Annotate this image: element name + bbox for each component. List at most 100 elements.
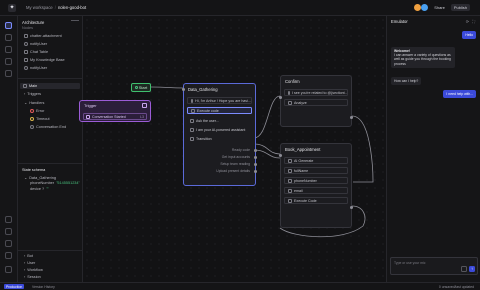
node-card[interactable]: AI Generate (284, 157, 348, 164)
variable-group[interactable]: › Session (24, 275, 41, 279)
send-button[interactable]: ↑ (469, 266, 475, 272)
save-status: 0 unsaved/last updated (438, 284, 474, 289)
explorer-panel: Architecture (18, 16, 83, 282)
chevron-right-icon: › (24, 275, 26, 279)
explorer-item[interactable]: notifyUser (24, 42, 47, 46)
chat-input-placeholder: Type or use your mic (394, 261, 426, 265)
output-port[interactable] (350, 116, 353, 119)
book-appointment-node[interactable]: Book_Appointment AI Generate fullName ph… (279, 143, 353, 228)
field-icon (288, 188, 292, 193)
node-card[interactable]: fullName (284, 167, 348, 174)
divider (18, 250, 83, 251)
emulator-title: Emulator (391, 19, 408, 24)
collapse-icon[interactable] (71, 20, 79, 24)
trigger-title: Trigger (84, 103, 97, 108)
transition-icon (190, 136, 194, 141)
node-card[interactable]: Analyze (284, 99, 348, 106)
node-card[interactable]: email (284, 187, 348, 194)
tab-version-history[interactable]: Version History (30, 284, 57, 289)
handler-item[interactable]: Conversation End (30, 125, 66, 129)
debugger-icon[interactable] (5, 240, 12, 247)
integrations-icon[interactable] (5, 70, 12, 77)
node-card[interactable]: I see you're related to @{sectiont... (284, 89, 348, 96)
confirm-node[interactable]: Confirm I see you're related to @{sectio… (279, 75, 353, 127)
variable-group[interactable]: › Bot (24, 254, 33, 258)
output-port[interactable] (254, 170, 257, 173)
node-card[interactable]: Execute Code (284, 197, 348, 204)
input-port[interactable] (182, 88, 185, 91)
bottom-bar: Production Version History 0 unsaved/las… (0, 282, 480, 290)
user-message: Hello (462, 31, 476, 40)
knowledge-icon[interactable] (5, 58, 12, 65)
handler-item[interactable]: Error (30, 109, 44, 113)
output-label: Get input accounts (221, 155, 250, 159)
avatar[interactable] (421, 4, 429, 11)
explorer-section-label: Nodes (22, 26, 33, 30)
edge-gathering-to-book (253, 143, 281, 155)
tab-production[interactable]: Production (4, 284, 25, 289)
output-port[interactable] (254, 163, 257, 166)
explorer-item[interactable]: My Knowledge Base (24, 58, 65, 62)
state-field[interactable]: device ? "" (30, 187, 49, 191)
logs-icon[interactable] (5, 228, 12, 235)
input-port[interactable] (279, 96, 282, 99)
analyze-icon (288, 100, 292, 105)
variable-group[interactable]: › Workflow (24, 268, 43, 272)
publish-button[interactable]: Publish (450, 4, 470, 11)
timeout-icon (30, 117, 34, 121)
tables-icon[interactable] (5, 46, 12, 53)
state-group[interactable]: ⌄ Data_Gathering (24, 175, 56, 181)
node-card[interactable]: I am your AI-powered assistant (187, 126, 252, 133)
studio-icon[interactable] (5, 22, 12, 29)
node-card[interactable]: Transition (187, 135, 252, 142)
breadcrumb-bot[interactable]: nolen-good-bot (58, 5, 86, 10)
node-card[interactable]: Execute code (187, 107, 252, 114)
help-icon[interactable] (5, 266, 12, 273)
app-logo-icon[interactable]: ✦ (8, 4, 16, 12)
emulator-controls-icon[interactable]: ⟳ ⛶ (466, 19, 476, 24)
top-bar: ✦ My workspace / nolen-good-bot Share Publ… (0, 0, 480, 16)
share-button[interactable]: Share (431, 4, 448, 11)
input-port[interactable] (279, 154, 282, 157)
trigger-row[interactable]: Conversation Started L3 (83, 113, 147, 120)
settings-icon[interactable] (5, 252, 12, 259)
chat-icon (86, 114, 90, 119)
handler-item[interactable]: Timeout (30, 117, 50, 121)
workflow-canvas[interactable]: Start Trigger Conversation Started L3 Dat… (79, 16, 386, 282)
trigger-node[interactable]: Trigger Conversation Started L3 (79, 100, 151, 122)
bell-icon (24, 66, 28, 70)
node-card[interactable]: Ask the user... (187, 117, 252, 124)
output-port[interactable] (254, 149, 257, 152)
book-icon (24, 58, 28, 62)
explorer-item[interactable]: notifyUser (24, 66, 47, 70)
start-node[interactable]: Start (131, 83, 151, 92)
explorer-item[interactable]: Chat Table (24, 50, 48, 54)
node-card[interactable]: phoneNumber (284, 177, 348, 184)
edge-confirm-to-book (351, 115, 374, 183)
user-message: I need help with... (443, 90, 476, 99)
question-icon (190, 118, 194, 123)
chat-input[interactable]: Type or use your mic ↑ (390, 257, 478, 275)
attach-icon (24, 34, 28, 38)
edge-gathering-to-book-2 (253, 149, 281, 159)
output-port[interactable] (350, 206, 353, 209)
attach-icon[interactable] (461, 266, 467, 272)
state-field[interactable]: phoneNumber "5145551234" (30, 181, 80, 185)
workflow-triggers[interactable]: › Triggers (24, 92, 41, 96)
data-gathering-node[interactable]: Data_Gathering Hi, I'm Arthur ! Hope you… (182, 83, 257, 186)
chevron-right-icon: › (24, 254, 26, 258)
ai-icon (288, 158, 292, 163)
workflow-handlers[interactable]: ⌄ Handlers (24, 100, 44, 106)
field-icon (288, 168, 292, 173)
output-label: Setup team reading (220, 162, 250, 166)
variable-group[interactable]: › User (24, 261, 35, 265)
breadcrumb: My workspace / nolen-good-bot (26, 5, 86, 10)
breadcrumb-workspace[interactable]: My workspace (26, 5, 53, 10)
files-icon[interactable] (5, 34, 12, 41)
output-port[interactable] (254, 156, 257, 159)
explorer-item[interactable]: chatter-attachment (24, 34, 62, 38)
avatar[interactable] (414, 4, 422, 11)
node-card[interactable]: Hi, I'm Arthur ! Hope you are havi... (187, 97, 252, 104)
workflow-main[interactable]: Main (20, 83, 80, 89)
analytics-icon[interactable] (5, 216, 12, 223)
